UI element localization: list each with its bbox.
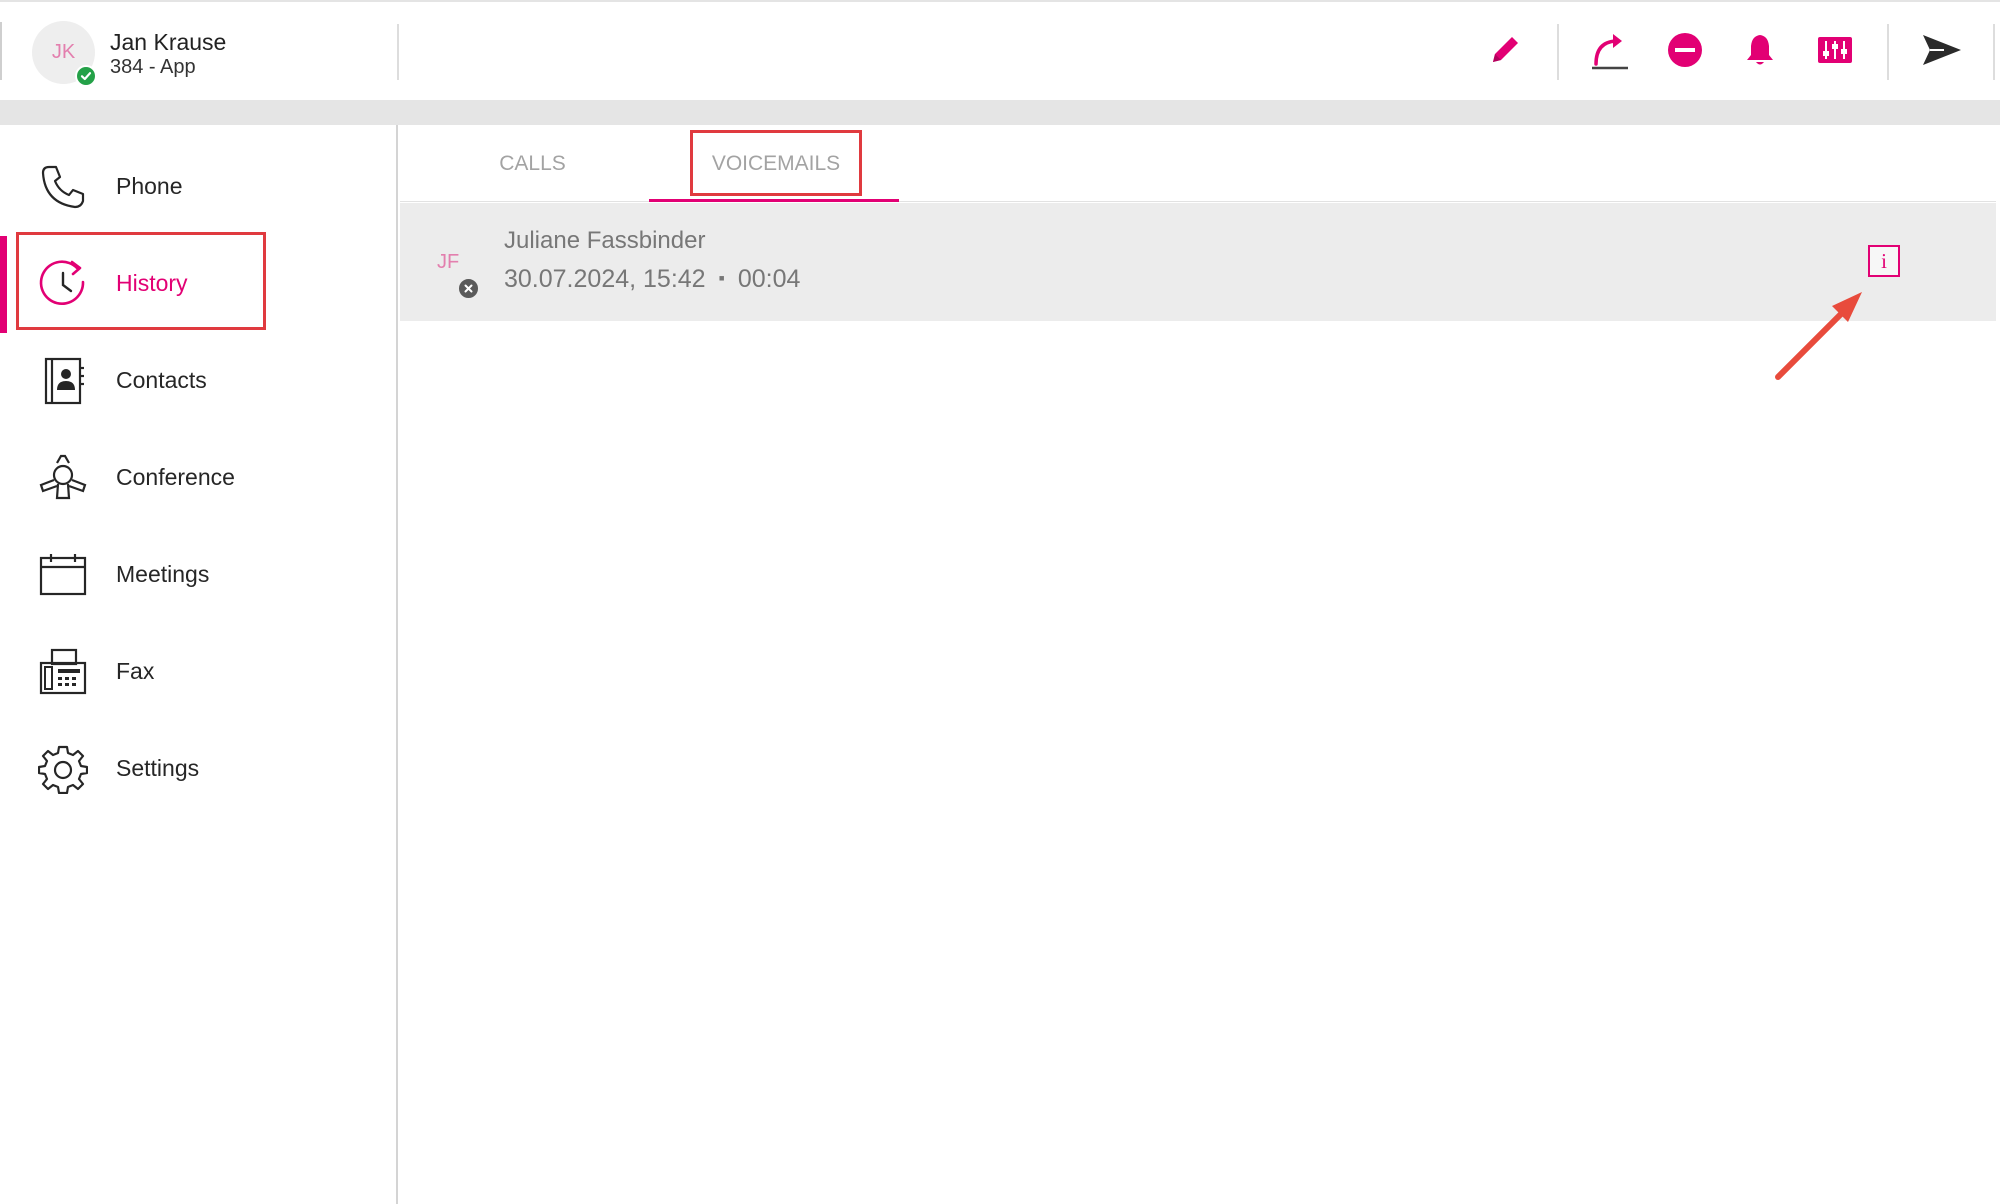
sidebar-item-label: History [116, 270, 188, 296]
app-header: JK Jan Krause 384 - App [0, 2, 2000, 100]
contacts-icon [36, 355, 90, 407]
info-button[interactable]: i [1868, 245, 1900, 277]
user-initials: JK [51, 41, 76, 63]
sidebar-item-history[interactable]: History [0, 236, 396, 333]
tab-voicemails[interactable]: VOICEMAILS [693, 125, 859, 202]
active-indicator [0, 236, 7, 333]
notification-bell-icon [1741, 31, 1779, 74]
history-tabs: CALLS VOICEMAILS [400, 125, 1996, 202]
sidebar-item-fax[interactable]: Fax [0, 624, 396, 721]
user-extension: 384 - App [110, 56, 196, 78]
audio-settings-button[interactable] [1810, 27, 1860, 77]
voicemail-list-item[interactable]: JF Juliane Fassbinder 30.07.2024, 15:42 … [400, 203, 1996, 321]
voicemail-details: 30.07.2024, 15:42 ▪ 00:04 [504, 265, 800, 294]
voicemail-datetime: 30.07.2024, 15:42 [504, 265, 706, 293]
sidebar-item-label: Conference [116, 464, 235, 490]
sidebar-item-phone[interactable]: Phone [0, 139, 396, 236]
active-tab-indicator [649, 199, 899, 202]
presence-available-icon [75, 65, 97, 87]
call-forward-icon [1588, 28, 1632, 77]
caller-name: Juliane Fassbinder [504, 227, 706, 254]
header-divider [1557, 24, 1559, 80]
header-shadow-band [0, 100, 2000, 125]
sidebar-item-label: Phone [116, 173, 183, 199]
history-panel: CALLS VOICEMAILS JF Juliane Fassbinder 3… [400, 125, 1996, 1204]
info-icon: i [1881, 248, 1887, 273]
send-button[interactable] [1917, 27, 1967, 77]
do-not-disturb-button[interactable] [1660, 27, 1710, 77]
sidebar-item-label: Settings [116, 755, 200, 781]
history-icon [36, 258, 90, 310]
phone-icon [36, 161, 90, 213]
missed-status-icon [456, 276, 481, 301]
header-divider [397, 24, 399, 80]
tab-calls[interactable]: CALLS [450, 125, 615, 202]
header-divider [1887, 24, 1889, 80]
calendar-icon [36, 549, 90, 601]
sidebar-item-meetings[interactable]: Meetings [0, 527, 396, 624]
sidebar-item-conference[interactable]: Conference [0, 430, 396, 527]
edit-button[interactable] [1480, 27, 1530, 77]
conference-icon [36, 452, 90, 504]
fax-icon [36, 646, 90, 698]
header-divider [1993, 24, 1995, 80]
send-icon [1920, 30, 1964, 75]
sidebar-item-contacts[interactable]: Contacts [0, 333, 396, 430]
call-forward-button[interactable] [1585, 27, 1635, 77]
sidebar-nav: Phone History Contacts Conference Meetin… [0, 125, 398, 1204]
detail-separator: ▪ [718, 268, 725, 288]
sidebar-item-settings[interactable]: Settings [0, 721, 396, 818]
user-name: Jan Krause [110, 29, 227, 55]
caller-initials: JF [437, 251, 460, 273]
edit-icon [1485, 30, 1525, 75]
voicemail-duration: 00:04 [737, 265, 801, 293]
audio-settings-icon [1815, 30, 1855, 75]
gear-icon [36, 743, 90, 795]
sidebar-item-label: Meetings [116, 561, 210, 587]
do-not-disturb-icon [1666, 31, 1704, 74]
notifications-button[interactable] [1735, 27, 1785, 77]
sidebar-item-label: Fax [116, 658, 155, 684]
header-left-divider [0, 22, 2, 80]
sidebar-item-label: Contacts [116, 367, 207, 393]
